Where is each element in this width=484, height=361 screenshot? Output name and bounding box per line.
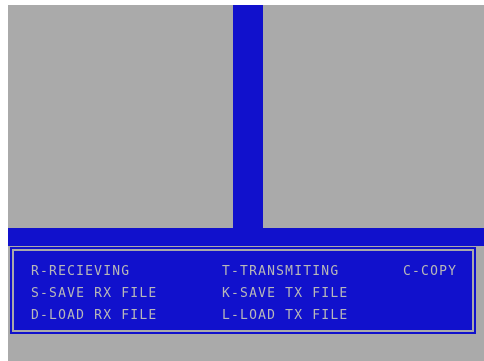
terminal-screen: R-RECIEVING T-TRANSMITING C-COPY S-SAVE … [8, 5, 484, 361]
menu-item-copy[interactable]: C-COPY [403, 264, 457, 279]
menu-item-transmitting[interactable]: T-TRANSMITING [222, 264, 339, 279]
menu-item-load-tx-file[interactable]: L-LOAD TX FILE [222, 308, 348, 323]
menu-item-save-rx-file[interactable]: S-SAVE RX FILE [31, 286, 157, 301]
vertical-divider [233, 5, 263, 246]
menu-item-receiving[interactable]: R-RECIEVING [31, 264, 130, 279]
menu-item-load-rx-file[interactable]: D-LOAD RX FILE [31, 308, 157, 323]
horizontal-divider [8, 228, 484, 246]
tx-pane [263, 5, 484, 228]
rx-pane [8, 5, 233, 228]
menu-item-save-tx-file[interactable]: K-SAVE TX FILE [222, 286, 348, 301]
command-menu: R-RECIEVING T-TRANSMITING C-COPY S-SAVE … [10, 247, 476, 334]
